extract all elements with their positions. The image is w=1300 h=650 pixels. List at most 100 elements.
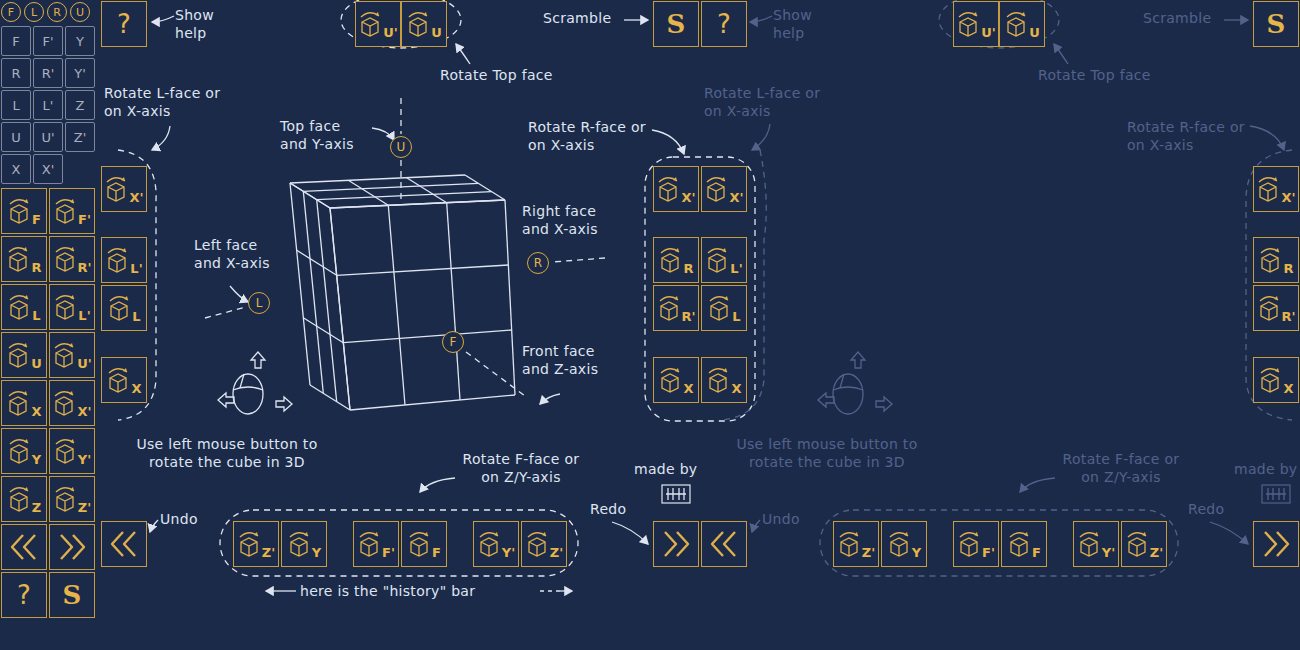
help-note: Rotate Top face xyxy=(1038,66,1151,84)
move-button[interactable]: L' xyxy=(101,237,147,283)
move-button[interactable]: X xyxy=(701,357,747,403)
small-move-button[interactable]: L' xyxy=(33,90,63,120)
move-label: R' xyxy=(1282,309,1296,324)
face-toggle[interactable]: F xyxy=(1,2,21,22)
move-label: Z' xyxy=(1150,545,1163,560)
undo-button[interactable] xyxy=(101,521,147,567)
move-button[interactable]: R' xyxy=(49,236,95,282)
move-button[interactable]: F xyxy=(1001,521,1047,567)
help-button[interactable]: ? xyxy=(701,1,747,47)
move-button[interactable]: U xyxy=(1,332,47,378)
cube-move-icon xyxy=(704,173,728,205)
move-button[interactable]: R xyxy=(1253,237,1299,283)
move-button[interactable]: X xyxy=(101,357,147,403)
move-button[interactable]: F' xyxy=(353,521,399,567)
move-button[interactable]: Z xyxy=(1,476,47,522)
small-move-button[interactable]: R xyxy=(1,58,31,88)
cube-move-icon xyxy=(1257,292,1281,324)
cube-move-icon xyxy=(477,528,501,560)
move-button[interactable]: Z' xyxy=(233,521,279,567)
scramble-label: S xyxy=(667,11,686,37)
scramble-button[interactable]: S xyxy=(1253,1,1299,47)
move-button[interactable]: Y xyxy=(281,521,327,567)
move-button[interactable]: X' xyxy=(1253,166,1299,212)
face-toggle[interactable]: L xyxy=(24,2,44,22)
small-move-button[interactable]: Z xyxy=(65,90,95,120)
small-move-button[interactable]: Y' xyxy=(65,58,95,88)
move-button[interactable]: L xyxy=(701,285,747,331)
undo-chevrons-icon xyxy=(704,524,744,564)
move-button[interactable]: Y' xyxy=(473,521,519,567)
move-button[interactable]: F xyxy=(401,521,447,567)
move-button[interactable]: U' xyxy=(355,1,401,47)
small-move-button[interactable]: U' xyxy=(33,122,63,152)
undo-button[interactable] xyxy=(1,524,47,570)
cube-move-icon xyxy=(956,8,980,40)
move-button[interactable]: X xyxy=(1253,357,1299,403)
move-button[interactable]: Y xyxy=(881,521,927,567)
move-button[interactable]: X xyxy=(1,380,47,426)
move-button[interactable]: F xyxy=(1,188,47,234)
small-move-button[interactable]: Z' xyxy=(65,122,95,152)
cube-move-icon xyxy=(358,8,382,40)
cube-move-icon xyxy=(52,387,76,419)
help-button[interactable]: ? xyxy=(1,572,47,618)
move-button[interactable]: X xyxy=(653,357,699,403)
small-move-button[interactable]: Y xyxy=(65,26,95,56)
cube-move-icon xyxy=(705,244,729,276)
move-button[interactable]: U xyxy=(999,1,1045,47)
move-label: Z' xyxy=(262,545,275,560)
move-button[interactable]: X' xyxy=(101,166,147,212)
redo-button[interactable] xyxy=(653,521,699,567)
small-move-button[interactable]: R' xyxy=(33,58,63,88)
small-move-button[interactable]: F xyxy=(1,26,31,56)
move-button[interactable]: Z' xyxy=(521,521,567,567)
move-button[interactable]: X' xyxy=(49,380,95,426)
move-button[interactable]: F' xyxy=(953,521,999,567)
face-toggle[interactable]: U xyxy=(70,2,90,22)
undo-button[interactable] xyxy=(701,521,747,567)
redo-button[interactable] xyxy=(49,524,95,570)
move-button[interactable]: Z' xyxy=(833,521,879,567)
move-button[interactable]: Y' xyxy=(49,428,95,474)
scramble-label: S xyxy=(1267,11,1286,37)
move-button[interactable]: U xyxy=(401,1,447,47)
move-button[interactable]: R' xyxy=(653,285,699,331)
move-button[interactable]: R xyxy=(653,237,699,283)
small-move-button[interactable]: U xyxy=(1,122,31,152)
move-button[interactable]: X' xyxy=(701,166,747,212)
move-label: R xyxy=(683,261,693,276)
scramble-button[interactable]: S xyxy=(653,1,699,47)
move-button[interactable]: Y xyxy=(1,428,47,474)
axis-marker: F xyxy=(442,331,464,353)
cube-move-icon xyxy=(1258,364,1282,396)
move-button[interactable]: L xyxy=(1,284,47,330)
small-move-button[interactable]: F' xyxy=(33,26,63,56)
move-button[interactable]: Z' xyxy=(1121,521,1167,567)
small-move-button[interactable]: X xyxy=(1,154,31,184)
move-button[interactable]: L' xyxy=(701,237,747,283)
move-button[interactable]: L xyxy=(101,285,147,331)
help-note: Scramble xyxy=(543,9,611,27)
help-note: Use left mouse button to rotate the cube… xyxy=(718,435,936,471)
scramble-button[interactable]: S xyxy=(49,572,95,618)
move-button[interactable]: U' xyxy=(49,332,95,378)
move-button[interactable]: R' xyxy=(1253,285,1299,331)
move-label: L xyxy=(32,308,40,323)
face-toggle[interactable]: R xyxy=(47,2,67,22)
move-button[interactable]: L' xyxy=(49,284,95,330)
cube-move-icon xyxy=(6,339,30,371)
move-button[interactable]: F' xyxy=(49,188,95,234)
help-note: Undo xyxy=(762,510,800,528)
move-button[interactable]: Z' xyxy=(49,476,95,522)
cube-move-icon xyxy=(1004,8,1028,40)
move-button[interactable]: R xyxy=(1,236,47,282)
move-button[interactable]: U' xyxy=(953,1,999,47)
redo-button[interactable] xyxy=(1253,521,1299,567)
help-button[interactable]: ? xyxy=(101,1,147,47)
small-move-button[interactable]: L xyxy=(1,90,31,120)
small-move-button[interactable]: X' xyxy=(33,154,63,184)
move-button[interactable]: X' xyxy=(653,166,699,212)
move-button[interactable]: Y' xyxy=(1073,521,1119,567)
move-label: R' xyxy=(682,309,696,324)
